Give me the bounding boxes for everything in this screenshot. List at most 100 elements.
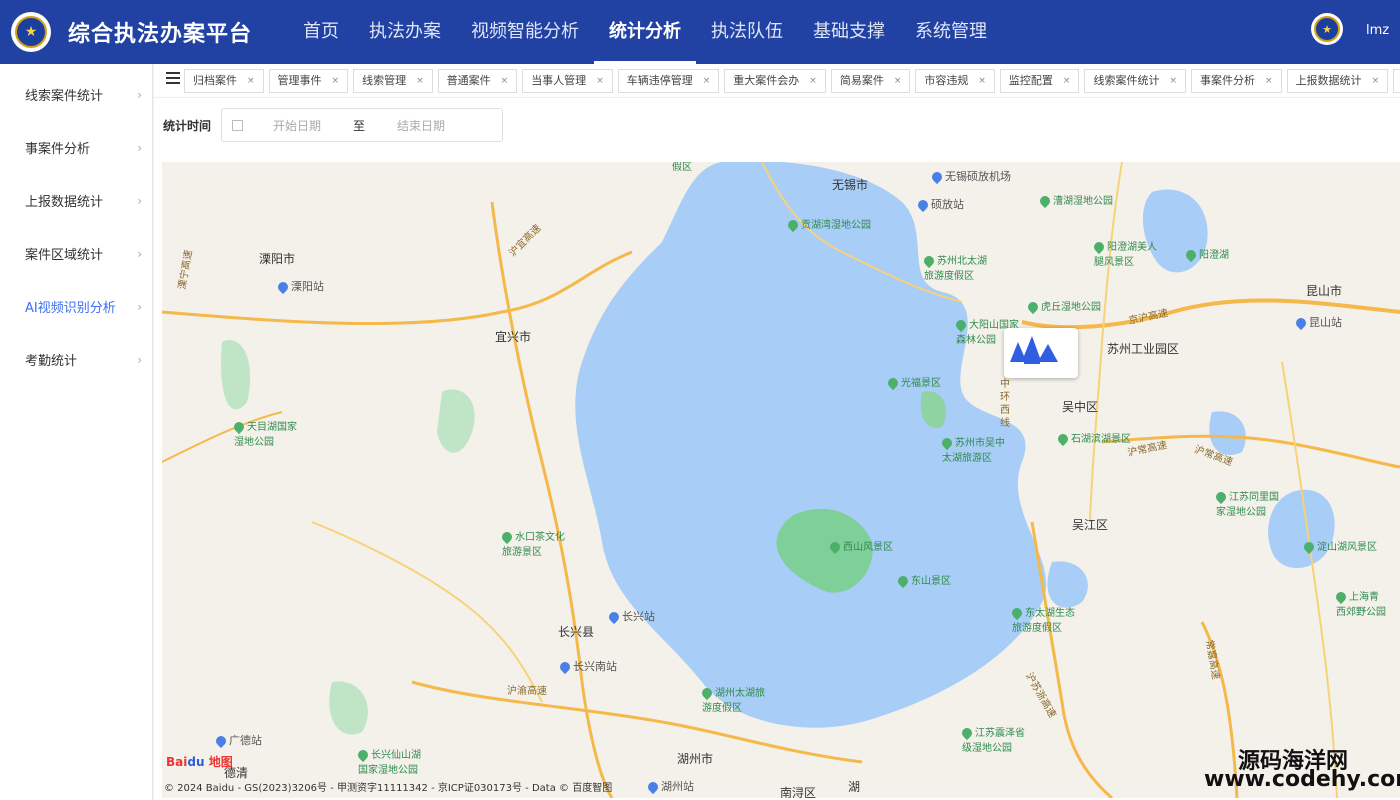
map-label: 苏州北太湖旅游度假区: [921, 252, 988, 282]
menu-toggle-icon[interactable]: [166, 72, 180, 86]
map-label: 湖州太湖旅游度假区: [699, 684, 766, 714]
map-label: 水口茶文化旅游景区: [499, 528, 566, 558]
tab-7[interactable]: 简易案件 ×: [830, 69, 911, 93]
date-filter: 统计时间 开始日期 至 结束日期: [163, 108, 504, 142]
close-icon[interactable]: ×: [978, 70, 986, 92]
close-icon[interactable]: ×: [416, 70, 424, 92]
sidebar-item-clue-stats[interactable]: 线索案件统计 ›: [0, 68, 152, 121]
chevron-right-icon: ›: [137, 140, 142, 155]
chevron-right-icon: ›: [137, 352, 142, 367]
map-label: 湖州站: [645, 778, 694, 795]
tab-label: 简易案件: [839, 74, 884, 87]
map-label: 西山风景区: [827, 538, 893, 555]
chevron-right-icon: ›: [137, 193, 142, 208]
road: [1030, 521, 1113, 798]
map-label: 漕湖湿地公园: [1037, 192, 1113, 209]
map-label: 淀山湖风景区: [1301, 538, 1377, 555]
map-view[interactable]: 无锡市 溧阳市 宜兴市 长兴县 湖州市 吴中区 吴江区 昆山市 苏州工业园区 德…: [162, 162, 1400, 798]
top-bar: ★ 综合执法办案平台 首页 执法办案 视频智能分析 统计分析 执法队伍 基础支撑…: [0, 0, 1400, 64]
close-icon[interactable]: ×: [1169, 70, 1177, 92]
tab-10[interactable]: 线索案件统计 ×: [1084, 69, 1187, 93]
tab-11[interactable]: 事案件分析 ×: [1191, 69, 1282, 93]
green-area: [437, 389, 475, 453]
tab-label: 车辆违停管理: [626, 74, 693, 87]
close-icon[interactable]: ×: [1063, 70, 1071, 92]
nav-home[interactable]: 首页: [288, 0, 354, 64]
nav-video-analysis[interactable]: 视频智能分析: [456, 0, 594, 64]
sidebar-item-ai-video[interactable]: AI视频识别分析 ›: [0, 280, 152, 333]
sidebar-item-report-stats[interactable]: 上报数据统计 ›: [0, 174, 152, 227]
green-area: [329, 681, 368, 735]
tab-label: 归档案件: [193, 74, 237, 87]
calendar-icon: [232, 119, 244, 131]
map-label: 江苏同里国家湿地公园: [1213, 488, 1280, 518]
close-icon[interactable]: ×: [1265, 70, 1273, 92]
nav-system[interactable]: 系统管理: [900, 0, 1002, 64]
tab-8[interactable]: 市容违规 ×: [915, 69, 995, 93]
tab-label: 线索管理: [362, 74, 407, 87]
green-area: [221, 340, 251, 410]
tab-1[interactable]: 管理事件 ×: [268, 69, 349, 93]
close-icon[interactable]: ×: [703, 70, 711, 92]
close-icon[interactable]: ×: [894, 70, 902, 92]
tab-label: 当事人管理: [531, 74, 587, 87]
tab-9[interactable]: 监控配置 ×: [999, 69, 1080, 93]
avatar[interactable]: ★: [1311, 13, 1343, 45]
map-label: 贡湖湾湿地公园: [785, 216, 871, 233]
tab-label: 普通案件: [446, 74, 491, 87]
nav-infrastructure[interactable]: 基础支撑: [798, 0, 900, 64]
tab-label: 监控配置: [1008, 74, 1053, 87]
map-label: 阳澄湖: [1183, 246, 1229, 263]
close-icon[interactable]: ×: [596, 70, 604, 92]
sidebar-item-label: 上报数据统计: [25, 195, 104, 210]
tab-0[interactable]: 归档案件 ×: [184, 69, 264, 93]
map-label: 无锡硕放机场: [929, 168, 1011, 185]
sidebar-item-case-analysis[interactable]: 事案件分析 ›: [0, 121, 152, 174]
tab-label: 市容违规: [924, 74, 969, 87]
nav-statistics[interactable]: 统计分析: [594, 0, 696, 64]
close-icon[interactable]: ×: [501, 70, 509, 92]
map-label: 昆山站: [1293, 314, 1342, 331]
map-label: 东山景区: [895, 572, 951, 589]
map-label: 阳澄湖美人腿风景区: [1091, 238, 1158, 268]
tab-list: 归档案件 × 管理事件 × 线索管理 × 普通案件 × 当事人管理 × 车辆违停管理 × 重大案件会办 ×…: [184, 69, 1400, 93]
tab-6[interactable]: 重大案件会办 ×: [724, 69, 826, 93]
tab-2[interactable]: 线索管理 ×: [353, 69, 433, 93]
date-separator: 至: [353, 118, 366, 133]
start-date-input[interactable]: 开始日期: [273, 117, 353, 134]
chevron-right-icon: ›: [137, 246, 142, 261]
map-label: 虎丘湿地公园: [1025, 298, 1101, 315]
main-nav: 首页 执法办案 视频智能分析 统计分析 执法队伍 基础支撑 系统管理: [288, 0, 1002, 64]
user-name[interactable]: lmz: [1366, 23, 1389, 38]
close-icon[interactable]: ×: [332, 70, 340, 92]
baidu-logo: Baidu 地图: [166, 755, 233, 769]
map-label: 长兴站: [606, 608, 655, 625]
close-icon[interactable]: ×: [809, 70, 817, 92]
chevron-right-icon: ›: [137, 87, 142, 102]
sidebar-item-label: AI视频识别分析: [25, 301, 116, 316]
sidebar-item-label: 考勤统计: [25, 354, 78, 369]
date-range-picker[interactable]: 开始日期 至 结束日期: [221, 108, 504, 142]
end-date-input[interactable]: 结束日期: [397, 117, 445, 134]
sidebar-item-region-stats[interactable]: 案件区域统计 ›: [0, 227, 152, 280]
filter-label: 统计时间: [163, 118, 212, 133]
map-label: 硕放站: [915, 196, 964, 213]
tab-3[interactable]: 普通案件 ×: [437, 69, 518, 93]
close-icon[interactable]: ×: [1372, 70, 1380, 92]
map-label: 无锡市: [832, 178, 869, 192]
close-icon[interactable]: ×: [247, 70, 255, 92]
map-label: 南浔区: [780, 786, 817, 798]
road: [1281, 361, 1338, 798]
tab-5[interactable]: 车辆违停管理 ×: [617, 69, 720, 93]
map-label: 昆山市: [1306, 284, 1343, 298]
map-label: 沪渝高速: [507, 686, 547, 697]
nav-team[interactable]: 执法队伍: [696, 0, 798, 64]
sidebar: 线索案件统计 › 事案件分析 › 上报数据统计 › 案件区域统计 › AI视频识别分析 ›…: [0, 64, 153, 800]
sidebar-item-attendance[interactable]: 考勤统计 ›: [0, 333, 152, 386]
nav-enforcement[interactable]: 执法办案: [354, 0, 456, 64]
map-label: 宜兴市: [495, 330, 532, 344]
tab-4[interactable]: 当事人管理 ×: [522, 69, 613, 93]
video-ai-marker-icon[interactable]: [1004, 328, 1078, 378]
tab-12[interactable]: 上报数据统计 ×: [1286, 69, 1389, 93]
tab-13[interactable]: 案件区域统计×: [1393, 69, 1400, 93]
